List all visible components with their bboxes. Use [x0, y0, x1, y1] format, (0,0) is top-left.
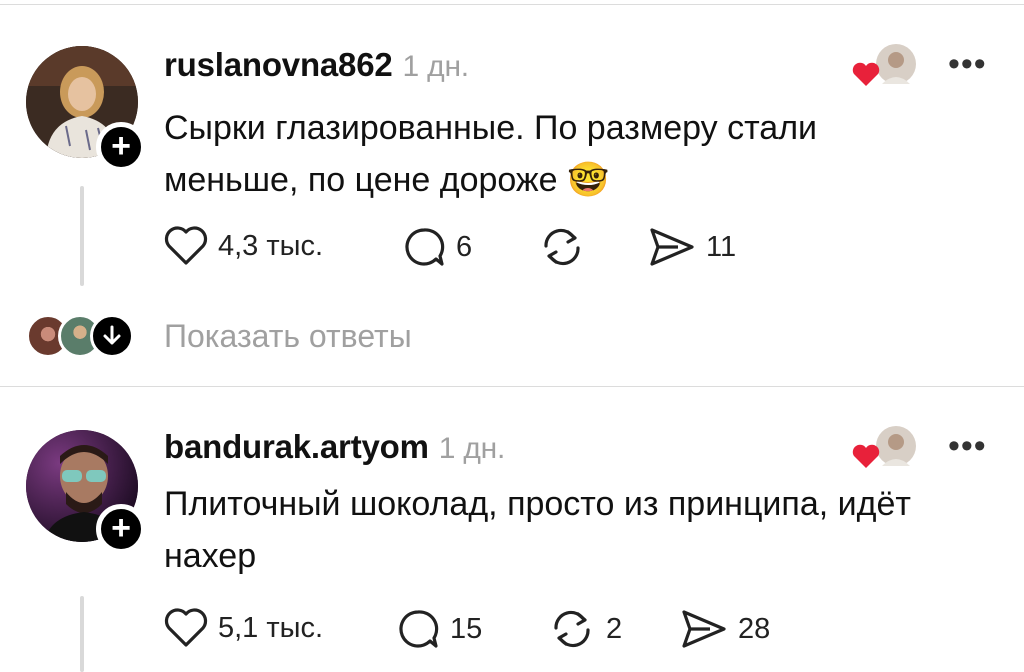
comment-username-row: ruslanovna862 1 дн.	[164, 46, 469, 84]
share-icon	[682, 610, 726, 648]
share-count: 11	[706, 230, 737, 263]
repost-button[interactable]: 2	[548, 608, 622, 650]
comment-icon	[405, 228, 445, 266]
thread-line	[80, 596, 84, 672]
reply-count: 6	[456, 230, 473, 263]
repost-icon	[554, 610, 590, 648]
arrow-down-icon	[90, 314, 134, 358]
comment-text-line-2: нахер	[164, 537, 257, 575]
comment-text-line: Сырки глазированные. По размеру стали	[164, 109, 818, 147]
nerd-emoji: 🤓	[567, 160, 610, 200]
share-count: 28	[738, 612, 771, 645]
comment-time: 1 дн.	[438, 432, 506, 465]
author-liked-icon	[850, 44, 920, 90]
share-icon	[650, 228, 694, 266]
author-liked-icon	[850, 426, 920, 472]
reply-button[interactable]: 6	[402, 226, 472, 268]
comment-time: 1 дн.	[402, 50, 470, 83]
reply-button[interactable]: 15	[396, 608, 482, 650]
like-button[interactable]: 4,3 тыс.	[164, 226, 323, 266]
more-icon[interactable]: •••	[948, 47, 987, 81]
comment-icon	[399, 610, 439, 648]
follow-plus-icon[interactable]: +	[96, 122, 146, 172]
top-divider	[0, 4, 1024, 5]
reply-count: 15	[450, 612, 483, 645]
repost-icon	[544, 228, 580, 266]
comment-username-row: bandurak.artyom 1 дн.	[164, 428, 505, 466]
like-count: 5,1 тыс.	[218, 611, 324, 644]
share-button[interactable]: 11	[648, 226, 736, 268]
like-button[interactable]: 5,1 тыс.	[164, 608, 323, 648]
share-button[interactable]: 28	[680, 608, 770, 650]
reply-avatars[interactable]	[26, 314, 138, 360]
show-replies-link[interactable]: Показать ответы	[164, 318, 412, 355]
repost-count: 2	[606, 612, 623, 645]
username-link[interactable]: ruslanovna862	[164, 46, 393, 83]
like-count: 4,3 тыс.	[218, 229, 324, 262]
comment-divider	[0, 386, 1024, 387]
username-link[interactable]: bandurak.artyom	[164, 428, 429, 465]
follow-plus-icon[interactable]: +	[96, 504, 146, 554]
comment-text-line: меньше, по цене дороже 🤓	[164, 154, 994, 206]
heart-icon	[164, 226, 208, 265]
repost-button[interactable]	[538, 226, 596, 268]
heart-icon	[164, 608, 208, 647]
thread-line	[80, 186, 84, 286]
comment-text-line: Плиточный шоколад, просто из принципа, и…	[164, 485, 911, 523]
comment-text-line-2: меньше, по цене дороже	[164, 161, 558, 199]
more-icon[interactable]: •••	[948, 429, 987, 463]
comment-text: Плиточный шоколад, просто из принципа, и…	[164, 478, 994, 582]
comment-text: Сырки глазированные. По размеру стали ме…	[164, 102, 994, 206]
